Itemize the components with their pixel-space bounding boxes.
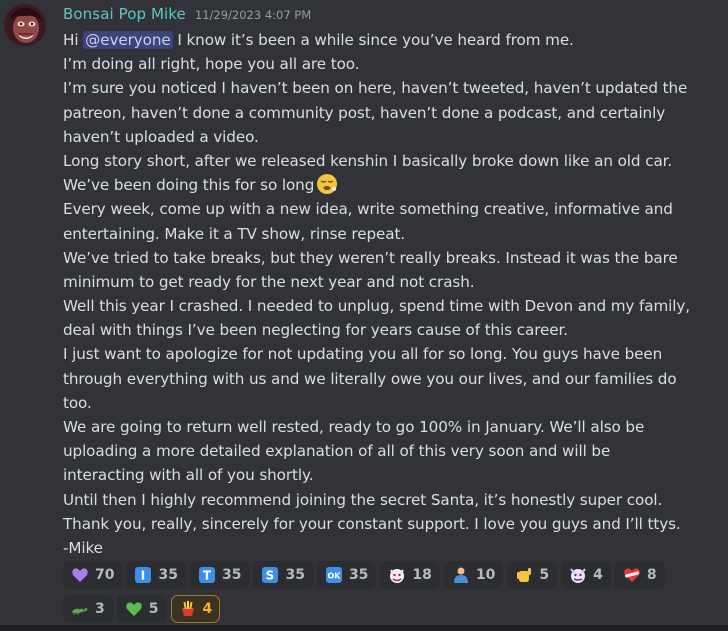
reaction-demon-mask[interactable]: 4 bbox=[561, 561, 611, 589]
reaction-count: 3 bbox=[95, 601, 105, 617]
heart-bandage-icon bbox=[623, 566, 641, 584]
letter-t-icon: T bbox=[198, 566, 216, 584]
message-line: too. bbox=[63, 393, 92, 412]
message-line: We are going to return well rested, read… bbox=[63, 418, 645, 436]
demon-mask-icon bbox=[569, 566, 587, 584]
reaction-row: 3 5 4 bbox=[63, 595, 723, 623]
reaction-count: 35 bbox=[348, 567, 369, 583]
letter-s-icon: S bbox=[261, 566, 279, 584]
reaction-oni-mask[interactable]: 18 bbox=[380, 561, 440, 589]
ok-button-icon: OK bbox=[325, 566, 343, 584]
reaction-count: 5 bbox=[539, 567, 550, 583]
reaction-man-in-shirt[interactable]: 10 bbox=[443, 561, 504, 589]
reaction-fries-custom[interactable]: 4 bbox=[170, 595, 221, 623]
reaction-green-heart[interactable]: 5 bbox=[116, 595, 167, 623]
message-timestamp[interactable]: 11/29/2023 4:07 PM bbox=[195, 8, 311, 22]
message-line: I’m sure you noticed I haven’t been on h… bbox=[63, 79, 688, 98]
message-line: I just want to apologize for not updatin… bbox=[63, 345, 663, 364]
everyone-mention[interactable]: @everyone bbox=[83, 31, 173, 49]
reactions-bar: 70 I 35 T 35 S 35 OK 35 18 10 5 4 8 3 5 … bbox=[63, 561, 723, 629]
chat-bottom-edge bbox=[0, 625, 728, 631]
message-line: Until then I highly recommend joining th… bbox=[63, 490, 663, 509]
message-line: Hi @everyone I know it’s been a while si… bbox=[63, 28, 723, 52]
author-name[interactable]: Bonsai Pop Mike bbox=[63, 5, 186, 23]
reaction-letter-t[interactable]: T 35 bbox=[189, 561, 250, 589]
svg-text:I: I bbox=[141, 569, 145, 583]
message-line: entertaining. Make it a TV show, rinse r… bbox=[63, 224, 406, 243]
reaction-count: 18 bbox=[412, 567, 432, 583]
reaction-count: 8 bbox=[646, 567, 657, 583]
call-me-hand-icon bbox=[515, 566, 533, 584]
message-line: haven’t uploaded a video. bbox=[63, 127, 259, 146]
message-line: Every week, come up with a new idea, wri… bbox=[63, 200, 673, 219]
svg-text:S: S bbox=[266, 569, 275, 583]
tired-face-emoji-icon[interactable] bbox=[316, 173, 338, 195]
reaction-letter-s[interactable]: S 35 bbox=[253, 561, 313, 589]
man-in-shirt-icon bbox=[452, 566, 470, 584]
reaction-letter-i[interactable]: I 35 bbox=[126, 561, 186, 589]
crocodile-icon bbox=[71, 600, 89, 618]
message-line: interacting with all of you shortly. bbox=[63, 466, 314, 485]
message-line: through everything with us and we litera… bbox=[63, 369, 677, 388]
message-line: Long story short, after we released kens… bbox=[63, 151, 673, 170]
reaction-count: 35 bbox=[158, 567, 178, 583]
reaction-count: 70 bbox=[95, 567, 115, 583]
message-line: I’m doing all right, hope you all are to… bbox=[63, 55, 360, 74]
reaction-count: 35 bbox=[221, 567, 242, 583]
avatar-image-icon bbox=[4, 4, 46, 46]
message-content: Hi @everyone I know it’s been a while si… bbox=[63, 28, 723, 560]
reaction-count: 5 bbox=[148, 601, 159, 617]
message-line: Well this year I crashed. I needed to un… bbox=[63, 297, 691, 316]
fries-custom-icon bbox=[179, 600, 197, 618]
message-line: -Mike bbox=[63, 538, 103, 557]
reaction-row: 70 I 35 T 35 S 35 OK 35 18 10 5 4 8 bbox=[63, 561, 723, 589]
reaction-count: 4 bbox=[202, 601, 213, 617]
reaction-count: 4 bbox=[593, 567, 603, 583]
reaction-call-me-hand[interactable]: 5 bbox=[507, 561, 558, 589]
reaction-heart-bandage[interactable]: 8 bbox=[614, 561, 665, 589]
message-line: minimum to get ready for the next year a… bbox=[63, 272, 475, 291]
message-text: Hi bbox=[63, 31, 84, 49]
message-line: deal with things I’ve been neglecting fo… bbox=[63, 321, 568, 340]
chat-message: Bonsai Pop Mike 11/29/2023 4:07 PM Hi @e… bbox=[0, 0, 728, 631]
reaction-count: 35 bbox=[285, 567, 305, 583]
message-header: Bonsai Pop Mike 11/29/2023 4:07 PM bbox=[63, 5, 311, 25]
message-line: We’ve been doing this for so long bbox=[63, 173, 723, 197]
oni-mask-icon bbox=[388, 566, 406, 584]
green-heart-icon bbox=[125, 600, 143, 618]
svg-text:OK: OK bbox=[327, 572, 341, 581]
message-line: Thank you, really, sincerely for your co… bbox=[63, 514, 681, 533]
reaction-count: 10 bbox=[475, 567, 496, 583]
reaction-ok-button[interactable]: OK 35 bbox=[316, 561, 377, 589]
reaction-crocodile[interactable]: 3 bbox=[63, 595, 113, 623]
message-text: We’ve been doing this for so long bbox=[63, 176, 315, 195]
reaction-purple-heart[interactable]: 70 bbox=[63, 561, 123, 589]
letter-i-icon: I bbox=[134, 566, 152, 584]
message-text: I know it’s been a while since you’ve he… bbox=[172, 31, 574, 49]
user-avatar[interactable] bbox=[4, 4, 46, 46]
message-line: patreon, haven’t done a community post, … bbox=[63, 103, 666, 122]
purple-heart-icon bbox=[71, 566, 89, 584]
svg-text:T: T bbox=[203, 569, 212, 583]
message-line: We’ve tried to take breaks, but they wer… bbox=[63, 248, 678, 267]
message-line: uploading a more detailed explanation of… bbox=[63, 442, 611, 461]
